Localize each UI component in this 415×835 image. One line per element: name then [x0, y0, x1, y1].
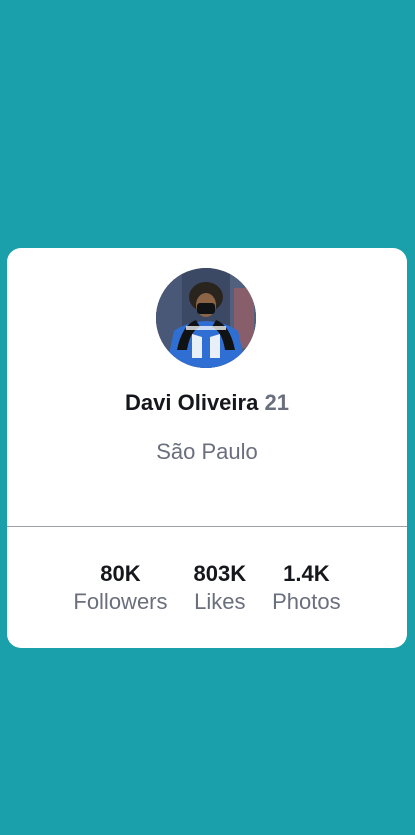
stat-likes: 803K Likes	[194, 560, 247, 616]
avatar	[156, 268, 256, 368]
profile-city: São Paulo	[156, 439, 258, 464]
stat-label: Likes	[194, 589, 246, 614]
stat-label: Photos	[272, 589, 341, 614]
profile-name-line: Davi Oliveira 21	[7, 389, 407, 417]
stat-photos: 1.4K Photos	[272, 560, 341, 616]
stat-label: Followers	[73, 589, 168, 614]
profile-age: 21	[264, 390, 289, 415]
stat-value: 803K	[193, 561, 247, 586]
stat-value: 80K	[100, 561, 141, 586]
stat-value: 1.4K	[283, 561, 330, 586]
stats-row: 80K Followers 803K Likes 1.4K Photos	[7, 560, 407, 616]
divider	[7, 526, 407, 527]
profile-name: Davi Oliveira	[125, 390, 259, 415]
stat-followers: 80K Followers	[73, 560, 167, 616]
avatar-photo	[156, 268, 256, 368]
profile-card: Davi Oliveira 21 São Paulo 80K Followers…	[7, 248, 407, 648]
